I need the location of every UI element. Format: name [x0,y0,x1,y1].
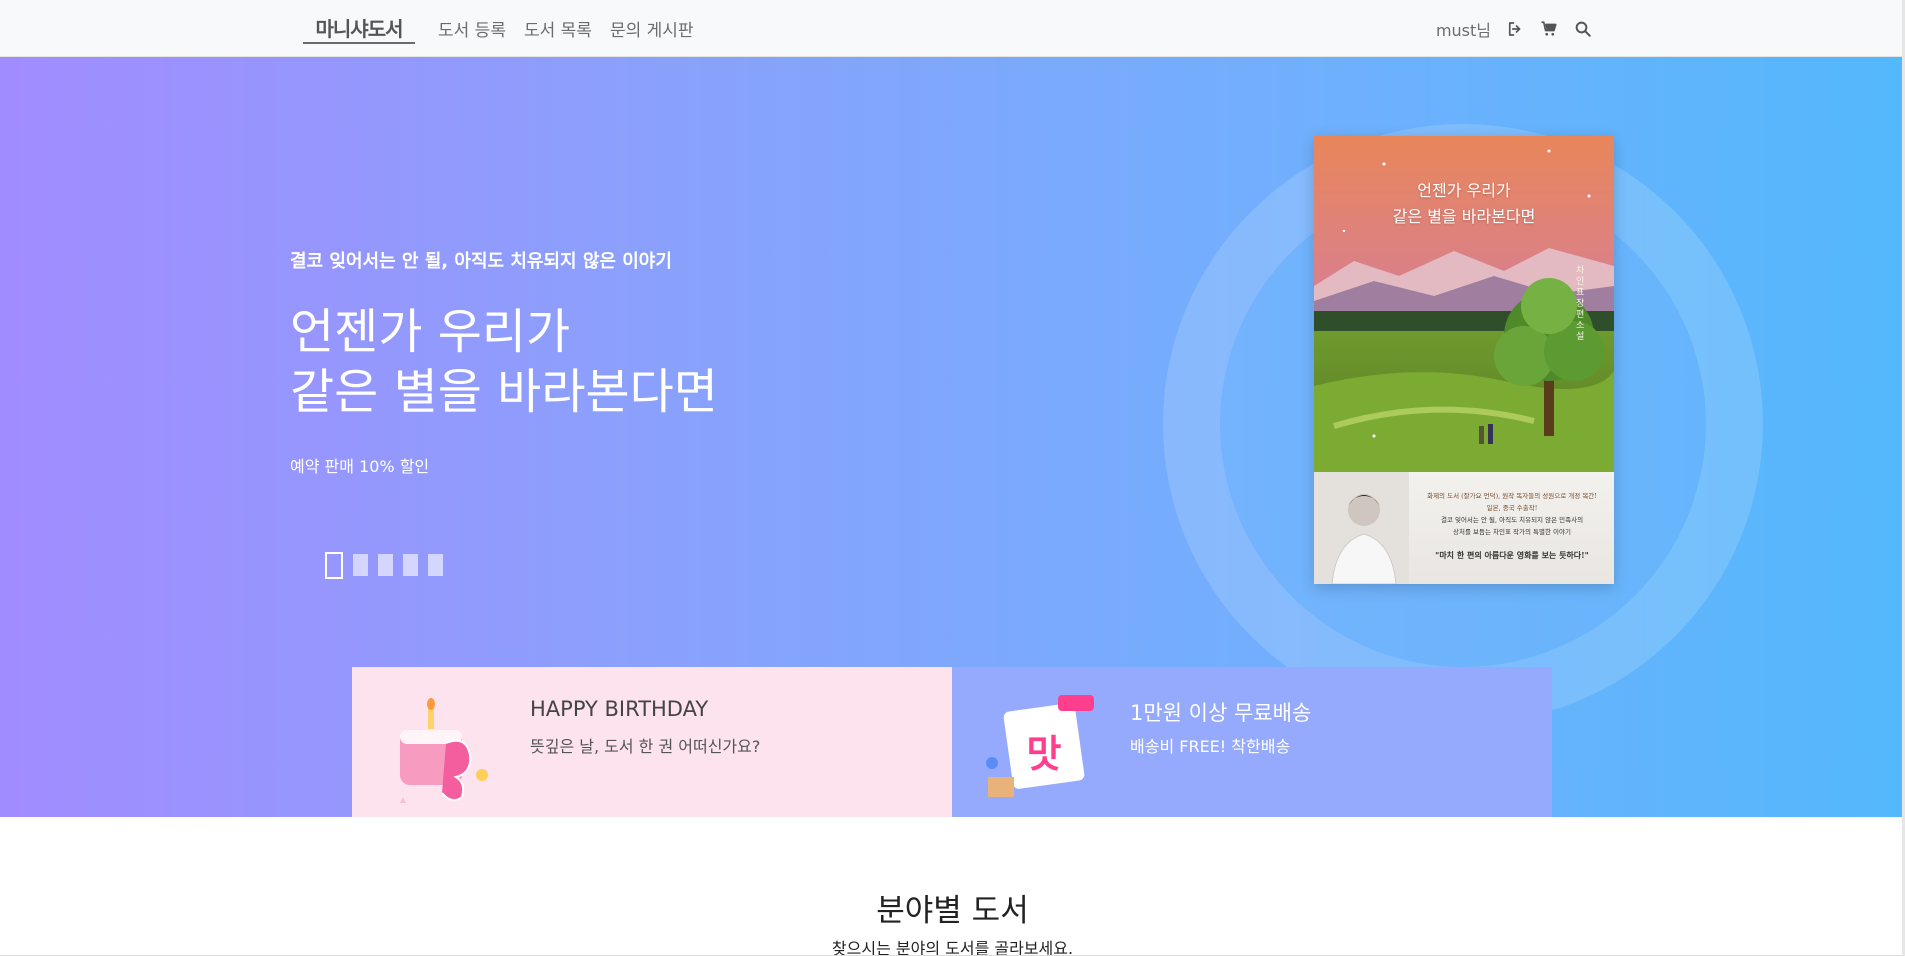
svg-text:맛: 맛 [1027,732,1062,776]
category-section-title: 분야별 도서 [876,893,1029,929]
hero-subtitle: 결코 잊어서는 안 될, 아직도 치유되지 않은 이야기 [290,251,672,272]
book-cover-title-line1: 언젠가 우리가 [1417,181,1511,200]
carousel-indicator-1[interactable] [325,552,343,579]
book-cover[interactable]: 언젠가 우리가 같은 별을 바라본다면 차인표 장편소설 화제의 도서 (잘가요… [1314,136,1614,584]
book-cover-blurb: 화제의 도서 (잘가요 언덕), 원작 독자들의 성원으로 개정 복간! 일본,… [1414,490,1610,538]
page: 마니샤도서 도서 등록 도서 목록 문의 게시판 must님 결코 잊어서는 안… [0,0,1905,956]
cart-icon[interactable] [1539,19,1559,39]
nav-links: 도서 등록 도서 목록 문의 게시판 [438,0,694,57]
site-logo[interactable]: 마니샤도서 [303,12,415,44]
birthday-cake-icon [400,698,488,803]
book-cover-quote: "마치 한 편의 아름다운 영화를 보는 듯하다!" [1435,550,1589,560]
carousel-indicator-2[interactable] [353,554,368,576]
promo-free-delivery[interactable]: 맛 1만원 이상 무료배송 배송비 FREE! 착한배송 [952,667,1552,817]
carousel-indicator-4[interactable] [403,554,418,576]
nav-right: must님 [1436,0,1593,57]
book-cover-title: 언젠가 우리가 같은 별을 바라본다면 [1314,178,1614,230]
book-cover-author: 차인표 장편소설 [1576,266,1585,342]
hero-title-line1: 언젠가 우리가 [290,304,571,360]
logo-text: 마니샤도서 [315,16,404,41]
hero-description: 예약 판매 10% 할인 [290,457,430,476]
promo-birthday-text: 뜻깊은 날, 도서 한 권 어떠신가요? [530,737,761,756]
nav-link-register[interactable]: 도서 등록 [438,16,506,41]
logout-icon[interactable] [1505,19,1525,39]
book-cover-title-line2: 같은 별을 바라본다면 [1392,207,1536,226]
carousel-indicator-3[interactable] [378,554,393,576]
author-photo [1314,472,1409,584]
hero-title: 언젠가 우리가 같은 별을 바라본다면 [290,302,718,422]
promo-delivery-text: 배송비 FREE! 착한배송 [1130,737,1291,756]
user-name[interactable]: must님 [1436,17,1491,41]
search-icon[interactable] [1573,19,1593,39]
book-cover-bottom: 화제의 도서 (잘가요 언덕), 원작 독자들의 성원으로 개정 복간! 일본,… [1314,472,1614,584]
nav-link-board[interactable]: 문의 게시판 [610,16,694,41]
book-blurb-line2: 일본, 중국 수출작! [1486,504,1538,512]
navbar: 마니샤도서 도서 등록 도서 목록 문의 게시판 must님 [0,0,1905,57]
nav-link-list[interactable]: 도서 목록 [524,16,592,41]
hero-title-line2: 같은 별을 바라본다면 [290,364,718,420]
promo-delivery-title: 1만원 이상 무료배송 [1130,701,1312,725]
navbar-inner: 마니샤도서 도서 등록 도서 목록 문의 게시판 must님 [303,0,1593,57]
book-blurb-line1: 화제의 도서 (잘가요 언덕), 원작 독자들의 성원으로 개정 복간! [1427,492,1597,500]
carousel-indicator-5[interactable] [428,554,443,576]
free-delivery-icon: 맛 [986,695,1094,797]
book-blurb-line4: 상처를 보듬는 차인표 작가의 특별한 이야기 [1453,528,1571,536]
promo-birthday[interactable]: HAPPY BIRTHDAY 뜻깊은 날, 도서 한 권 어떠신가요? [352,667,952,817]
carousel-indicators [325,552,443,579]
book-blurb-line3: 결코 잊어서는 안 될, 아직도 치유되지 않은 민족사의 [1440,516,1584,524]
category-section-subtitle: 찾으시는 분야의 도서를 골라보세요. [831,939,1074,956]
promo-birthday-title: HAPPY BIRTHDAY [530,697,709,721]
